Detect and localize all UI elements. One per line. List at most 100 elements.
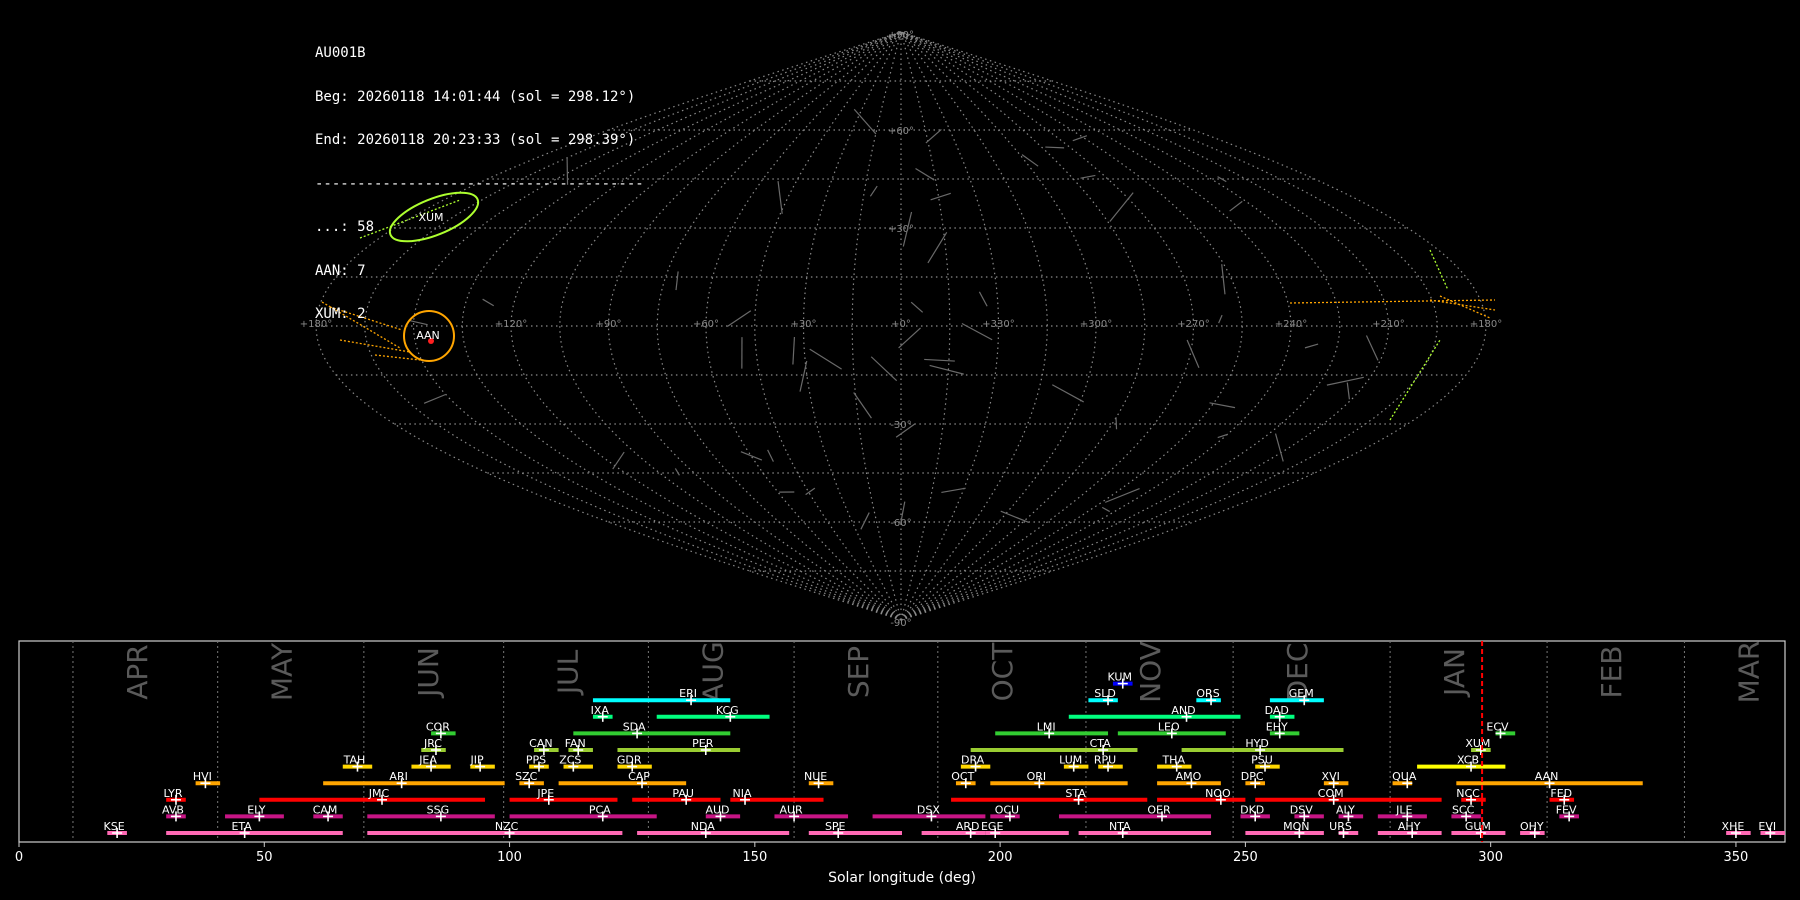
shower-label: ARI: [389, 770, 407, 783]
shower-label: KCG: [716, 704, 739, 717]
shower-label: GEM: [1289, 687, 1314, 700]
shower-label: JMC: [368, 787, 390, 800]
shower-label: XHE: [1722, 820, 1745, 833]
month-label: SEP: [842, 646, 875, 698]
shower-label: AUD: [705, 803, 729, 816]
shower-label: DRA: [961, 754, 985, 767]
x-tick-label: 50: [256, 850, 273, 865]
shower-label: FED: [1550, 787, 1572, 800]
shower-label: RPU: [1094, 754, 1116, 767]
shower-label: PCA: [589, 803, 611, 816]
shower-label: KUM: [1108, 671, 1132, 684]
shower-label: CTA: [1090, 737, 1112, 750]
shower-label: GUM: [1465, 820, 1491, 833]
shower-label: DKD: [1240, 803, 1264, 816]
observation-info: AU001B Beg: 20260118 14:01:44 (sol = 298…: [315, 17, 644, 336]
month-label: NOV: [1134, 641, 1167, 703]
shower-label: COM: [1318, 787, 1344, 800]
month-label: APR: [121, 644, 154, 700]
shower-label: ELY: [247, 803, 266, 816]
end-time: End: 20260118 20:23:33 (sol = 298.39°): [315, 132, 636, 148]
shower-label: XUM: [1465, 737, 1490, 750]
shower-label: DSV: [1290, 803, 1313, 816]
shower-label: TAH: [343, 754, 366, 767]
shower-label: AVB: [162, 803, 184, 816]
shower-label: NIA: [733, 787, 752, 800]
shower-label: FAN: [565, 737, 586, 750]
shower-label: PSU: [1251, 754, 1273, 767]
shower-label: DSX: [917, 803, 940, 816]
shower-label: OHY: [1520, 820, 1544, 833]
shower-label: SPE: [825, 820, 846, 833]
count-xum: XUM: 2: [315, 306, 366, 322]
shower-label: HVI: [193, 770, 212, 783]
shower-label: AND: [1171, 704, 1195, 717]
month-label: MAY: [266, 642, 299, 701]
shower-label: JRC: [423, 737, 442, 750]
shower-timeline-chart: APR MAY JUN JUL AUG SEP OCT NOV DEC JAN FEB MAR0 50 1…: [15, 640, 1786, 886]
x-tick-label: 100: [497, 850, 522, 865]
shower-label: ETA: [231, 820, 252, 833]
shower-label: NZC: [495, 820, 519, 833]
shower-label: ALY: [1336, 803, 1355, 816]
shower-label: MON: [1283, 820, 1309, 833]
count-sporadic: ...: 58: [315, 219, 375, 235]
shower-label: CAM: [313, 803, 338, 816]
shower-label: NTA: [1109, 820, 1131, 833]
shower-label: NDA: [691, 820, 716, 833]
shower-label: LYR: [163, 787, 182, 800]
month-label: MAR: [1732, 641, 1765, 704]
month-label: JUL: [552, 649, 585, 696]
shower-label: NOO: [1205, 787, 1231, 800]
shower-label: SCC: [1452, 803, 1475, 816]
month-label: FEB: [1595, 645, 1628, 698]
shower-label: ORS: [1196, 687, 1219, 700]
shower-label: JEA: [418, 754, 437, 767]
shower-label: URS: [1329, 820, 1352, 833]
shower-label: SSG: [427, 803, 450, 816]
shower-label: JPE: [536, 787, 554, 800]
shower-label: GDR: [617, 754, 642, 767]
info-separator: ---------------------------------------: [315, 175, 644, 192]
shower-label: NCC: [1456, 787, 1480, 800]
shower-label: IXA: [591, 704, 610, 717]
shower-label: PAU: [672, 787, 694, 800]
shower-label: AMO: [1176, 770, 1202, 783]
shower-label: EHY: [1266, 720, 1288, 733]
shower-label: THA: [1161, 754, 1185, 767]
month-label: AUG: [696, 641, 729, 702]
x-tick-label: 350: [1724, 850, 1749, 865]
shower-label: ECV: [1486, 720, 1509, 733]
shower-label: AAN: [1535, 770, 1559, 783]
shower-label: COR: [426, 720, 450, 733]
shower-label: OCT: [951, 770, 974, 783]
shower-label: ZCS: [559, 754, 581, 767]
shower-label: LMI: [1037, 720, 1056, 733]
shower-label: LEO: [1158, 720, 1180, 733]
shower-label: ARD: [956, 820, 980, 833]
shower-label: EVI: [1758, 820, 1776, 833]
shower-label: SZC: [515, 770, 538, 783]
count-aan: AAN: 7: [315, 262, 366, 279]
shower-label: HYD: [1245, 737, 1268, 750]
shower-label: QUA: [1392, 770, 1417, 783]
x-tick-label: 250: [1233, 850, 1258, 865]
month-label: JAN: [1438, 648, 1471, 698]
shower-label: ERI: [679, 687, 697, 700]
shower-label: JLE: [1395, 803, 1412, 816]
shower-label: OCU: [995, 803, 1019, 816]
shower-label: NUE: [804, 770, 827, 783]
shower-label: AUR: [779, 803, 803, 816]
shower-label: XCB: [1457, 754, 1479, 767]
shower-label: CAP: [628, 770, 650, 783]
x-tick-label: 150: [742, 850, 767, 865]
shower-label: XVI: [1322, 770, 1340, 783]
shower-label: JIP: [470, 754, 484, 767]
shower-label: SLD: [1094, 687, 1116, 700]
shower-label: LUM: [1059, 754, 1082, 767]
shower-label: CAN: [529, 737, 552, 750]
month-label: JUN: [412, 647, 445, 699]
begin-time: Beg: 20260118 14:01:44 (sol = 298.12°): [315, 88, 636, 105]
shower-label: ORI: [1027, 770, 1047, 783]
shower-label: DPC: [1241, 770, 1264, 783]
